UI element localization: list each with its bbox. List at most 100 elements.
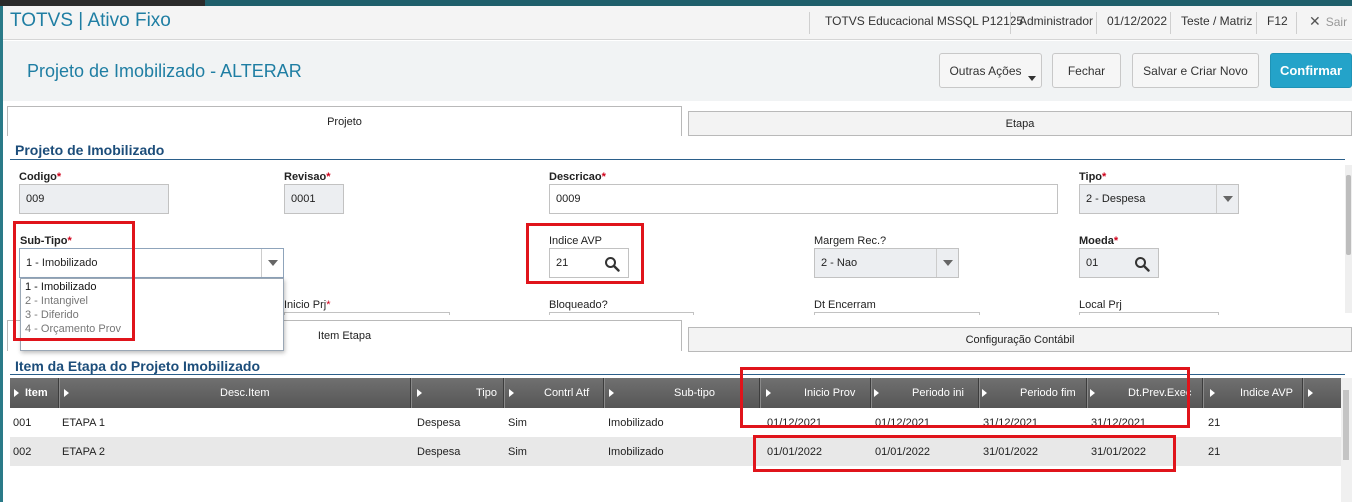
cell-dt-prev-exec: 31/01/2022 (1091, 445, 1147, 458)
table-row[interactable]: 001 ETAPA 1 Despesa Sim Imobilizado 01/1… (10, 408, 1341, 437)
col-header-contrl-atf[interactable]: Contrl Atf (509, 378, 605, 408)
cell-tipo: Despesa (417, 445, 461, 458)
col-sort-icon[interactable] (1308, 378, 1319, 408)
chevron-down-icon[interactable] (1216, 185, 1238, 213)
revisao-field[interactable]: 0001 (284, 184, 344, 214)
items-grid-header: Item Desc.Item Tipo Contrl Atf Sub-tipo … (10, 378, 1341, 408)
save-and-new-button[interactable]: Salvar e Criar Novo (1132, 53, 1259, 88)
grid-scrollbar[interactable] (1341, 378, 1352, 502)
codigo-field[interactable]: 009 (19, 184, 169, 214)
cell-sub-tipo: Imobilizado (608, 416, 664, 429)
close-button[interactable]: Fechar (1052, 53, 1121, 88)
moeda-value: 01 (1086, 257, 1099, 269)
column-divider[interactable] (1086, 378, 1088, 408)
col-header-sub-tipo[interactable]: Sub-tipo (609, 378, 761, 408)
header-divider (809, 12, 810, 34)
col-header-periodo-ini[interactable]: Periodo ini (874, 378, 978, 408)
subtipo-option[interactable]: 1 - Imobilizado (21, 280, 283, 294)
exit-label: Sair (1325, 15, 1348, 29)
descricao-field[interactable]: 0009 (549, 184, 1058, 214)
cell-periodo-fim: 31/01/2022 (983, 445, 1039, 458)
tab-configuracao-contabil[interactable]: Configuração Contábil (688, 327, 1352, 352)
column-divider[interactable] (978, 378, 980, 408)
col-header-item[interactable]: Item (14, 378, 48, 408)
cell-contrl-atf: Sim (508, 416, 527, 429)
tab-etapa[interactable]: Etapa (688, 111, 1352, 136)
margem-rec-label: Margem Rec.? (814, 235, 887, 247)
local-prj-label: Local Prj (1079, 299, 1122, 311)
more-actions-button[interactable]: Outras Ações (939, 53, 1042, 88)
app-brand: TOTVS | Ativo Fixo (10, 10, 171, 31)
search-icon[interactable] (1134, 256, 1150, 272)
indice-avp-field[interactable]: 21 (549, 248, 629, 278)
header-divider (1170, 12, 1171, 34)
tab-projeto[interactable]: Projeto (7, 106, 682, 136)
cell-dt-prev-exec: 31/12/2021 (1091, 416, 1147, 429)
cell-desc-item: ETAPA 1 (62, 416, 106, 429)
col-header-indice-avp[interactable]: Indice AVP (1210, 378, 1310, 408)
col-sort-icon[interactable] (64, 378, 75, 408)
more-actions-label: Outras Ações (949, 63, 1022, 78)
cell-sub-tipo: Imobilizado (608, 445, 664, 458)
section-divider (10, 374, 1345, 375)
column-divider[interactable] (759, 378, 761, 408)
subtipo-option[interactable]: 2 - Intangivel (21, 294, 283, 308)
cell-inicio-prov: 01/12/2021 (767, 416, 823, 429)
dt-encerram-field[interactable] (814, 312, 980, 315)
section-title-project: Projeto de Imobilizado (15, 142, 165, 158)
column-divider[interactable] (870, 378, 872, 408)
column-divider[interactable] (410, 378, 412, 408)
inicio-prj-field[interactable] (284, 312, 450, 315)
cell-indice-avp: 21 (1208, 416, 1221, 429)
subtipo-option[interactable]: 4 - Orçamento Prov (21, 322, 283, 336)
subtipo-select[interactable]: 1 - Imobilizado (19, 248, 284, 278)
date-label[interactable]: 01/12/2022 (1107, 14, 1167, 28)
moeda-label: Moeda* (1079, 235, 1119, 247)
section-title-items: Item da Etapa do Projeto Imobilizado (15, 358, 261, 374)
exit-button[interactable]: ✕ Sair (1309, 13, 1347, 30)
col-header-dt-prev-exec[interactable]: Dt.Prev.Exec (1090, 378, 1202, 408)
help-key[interactable]: F12 (1267, 14, 1288, 28)
tipo-label: Tipo* (1079, 171, 1107, 183)
dt-encerram-label: Dt Encerram (814, 299, 876, 311)
moeda-field[interactable]: 01 (1079, 248, 1159, 278)
search-icon[interactable] (604, 256, 620, 272)
chevron-down-icon[interactable] (936, 249, 958, 277)
margem-rec-select[interactable]: 2 - Nao (814, 248, 959, 278)
header-divider (1096, 12, 1097, 34)
cell-desc-item: ETAPA 2 (62, 445, 106, 458)
table-row[interactable]: 002 ETAPA 2 Despesa Sim Imobilizado 01/0… (10, 437, 1341, 466)
subtipo-dropdown-list[interactable]: 1 - Imobilizado 2 - Intangivel 3 - Difer… (20, 278, 284, 351)
user-label[interactable]: Administrador (1019, 14, 1093, 28)
bloqueado-field[interactable] (549, 312, 694, 315)
subtipo-value: 1 - Imobilizado (26, 257, 98, 269)
branch-label[interactable]: Teste / Matriz (1181, 14, 1252, 28)
col-header-inicio-prov[interactable]: Inicio Prov (766, 378, 870, 408)
close-icon: ✕ (1309, 13, 1321, 29)
col-header-periodo-fim[interactable]: Periodo fim (982, 378, 1086, 408)
tipo-select[interactable]: 2 - Despesa (1079, 184, 1239, 214)
header-divider (1296, 12, 1297, 34)
column-divider[interactable] (58, 378, 60, 408)
column-divider[interactable] (503, 378, 505, 408)
cell-periodo-fim: 31/12/2021 (983, 416, 1039, 429)
cell-item: 001 (13, 416, 32, 429)
cell-item: 002 (13, 445, 32, 458)
chevron-down-icon[interactable] (261, 249, 283, 277)
form-scrollbar[interactable] (1345, 165, 1352, 313)
column-divider[interactable] (603, 378, 605, 408)
subtipo-label: Sub-Tipo* (20, 235, 72, 247)
revisao-label: Revisao* (284, 171, 331, 183)
col-header-tipo[interactable]: Tipo (417, 378, 505, 408)
confirm-button[interactable]: Confirmar (1270, 53, 1352, 88)
chevron-down-icon (1028, 76, 1036, 81)
local-prj-field[interactable] (1079, 312, 1219, 315)
environment-label: TOTVS Educacional MSSQL P12125 (825, 14, 1024, 28)
cell-inicio-prov: 01/01/2022 (767, 445, 823, 458)
cell-indice-avp: 21 (1208, 445, 1221, 458)
tipo-value: 2 - Despesa (1086, 193, 1146, 205)
col-header-desc-item[interactable]: Desc.Item (220, 378, 270, 408)
column-divider[interactable] (1202, 378, 1204, 408)
subtipo-option[interactable]: 3 - Diferido (21, 308, 283, 322)
column-divider[interactable] (1302, 378, 1304, 408)
